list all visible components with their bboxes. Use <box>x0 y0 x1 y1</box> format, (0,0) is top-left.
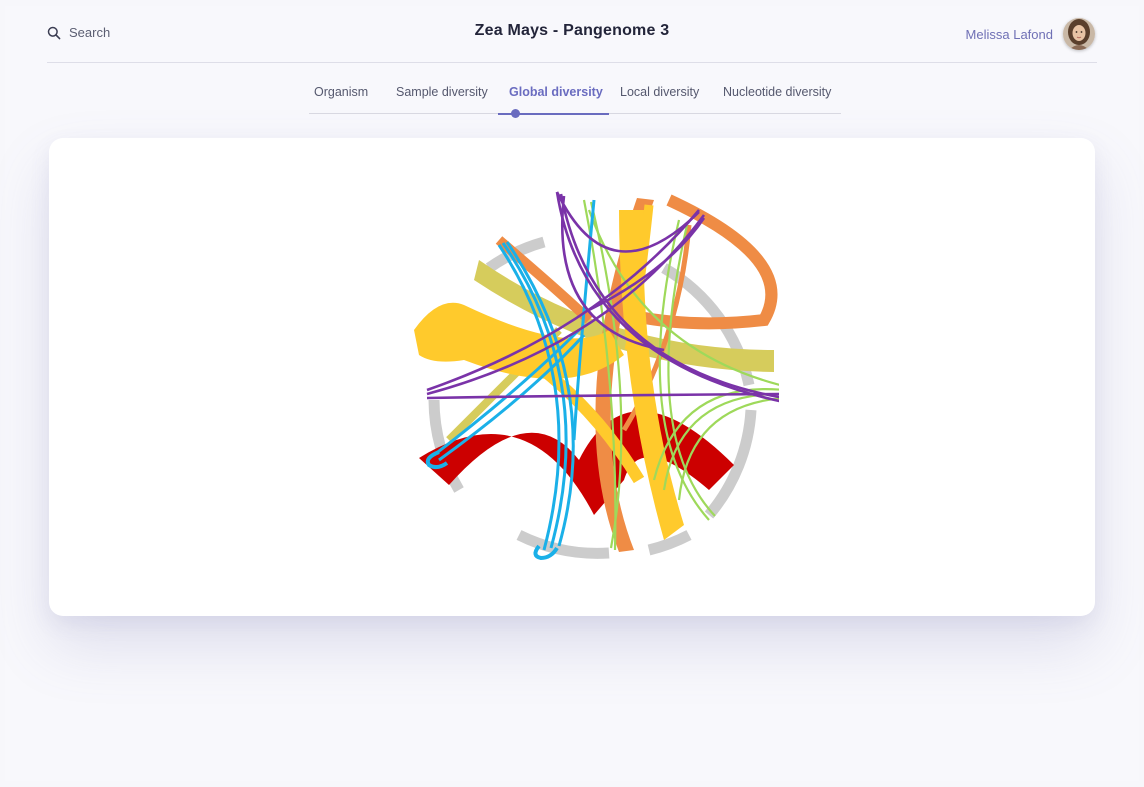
tab-nucleotide-diversity[interactable]: Nucleotide diversity <box>723 85 831 99</box>
chord-diagram[interactable] <box>379 180 779 560</box>
avatar[interactable] <box>1063 18 1095 50</box>
tab-organism[interactable]: Organism <box>314 85 368 99</box>
chord-diagram-card <box>49 138 1095 616</box>
tab-sample-diversity[interactable]: Sample diversity <box>396 85 488 99</box>
ring-arc <box>647 530 692 556</box>
app-page: Search Zea Mays - Pangenome 3 Melissa La… <box>5 6 1139 781</box>
user-name: Melissa Lafond <box>965 26 1053 42</box>
user-menu[interactable]: Melissa Lafond <box>966 18 1095 50</box>
tab-local-diversity[interactable]: Local diversity <box>620 85 699 99</box>
ring-arc <box>516 530 610 559</box>
active-tab-dot <box>511 109 520 118</box>
tab-global-diversity[interactable]: Global diversity <box>509 85 603 99</box>
tab-bar: Organism Sample diversity Global diversi… <box>309 85 841 118</box>
top-bar: Search Zea Mays - Pangenome 3 Melissa La… <box>5 6 1139 62</box>
header-divider <box>47 62 1097 63</box>
